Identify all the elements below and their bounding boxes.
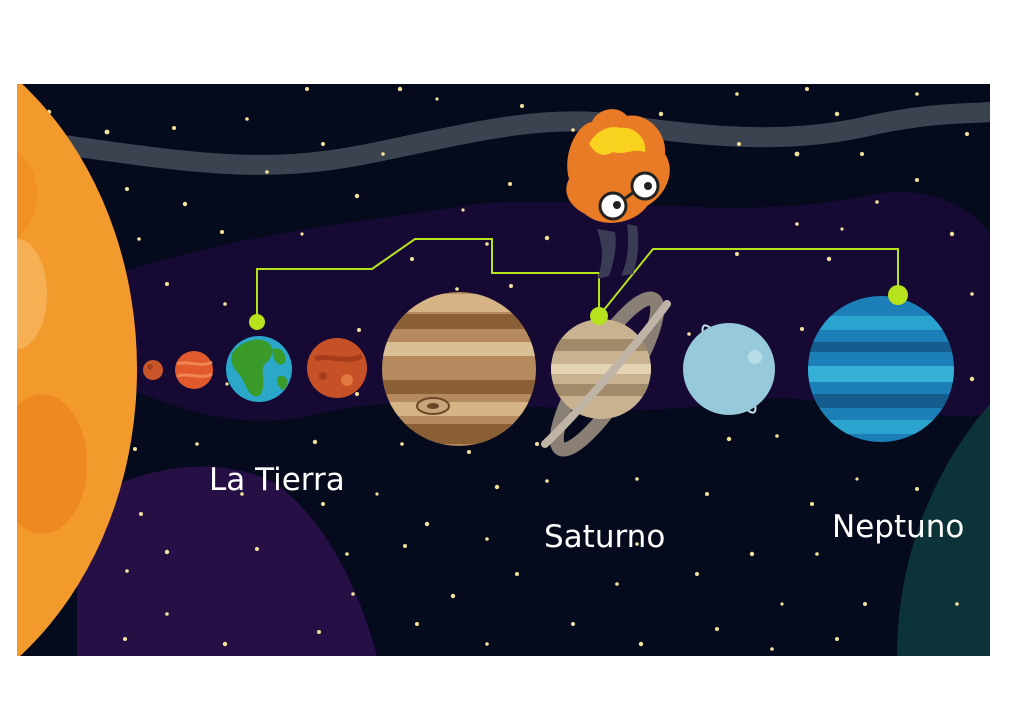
neptune-label: Neptuno <box>832 509 965 545</box>
saturn-pointer-dot <box>590 307 608 325</box>
venus <box>175 351 213 389</box>
saturn-label: Saturno <box>544 519 666 555</box>
glasses-left <box>598 191 628 221</box>
earth-label: La Tierra <box>209 462 345 498</box>
solar-system-illustration: La Tierra Saturno Neptuno <box>17 84 990 656</box>
mars <box>307 338 367 398</box>
earth <box>226 336 292 402</box>
neptune-pointer-dot <box>888 285 908 305</box>
mercury <box>143 360 163 380</box>
earth-pointer-dot <box>249 314 265 330</box>
